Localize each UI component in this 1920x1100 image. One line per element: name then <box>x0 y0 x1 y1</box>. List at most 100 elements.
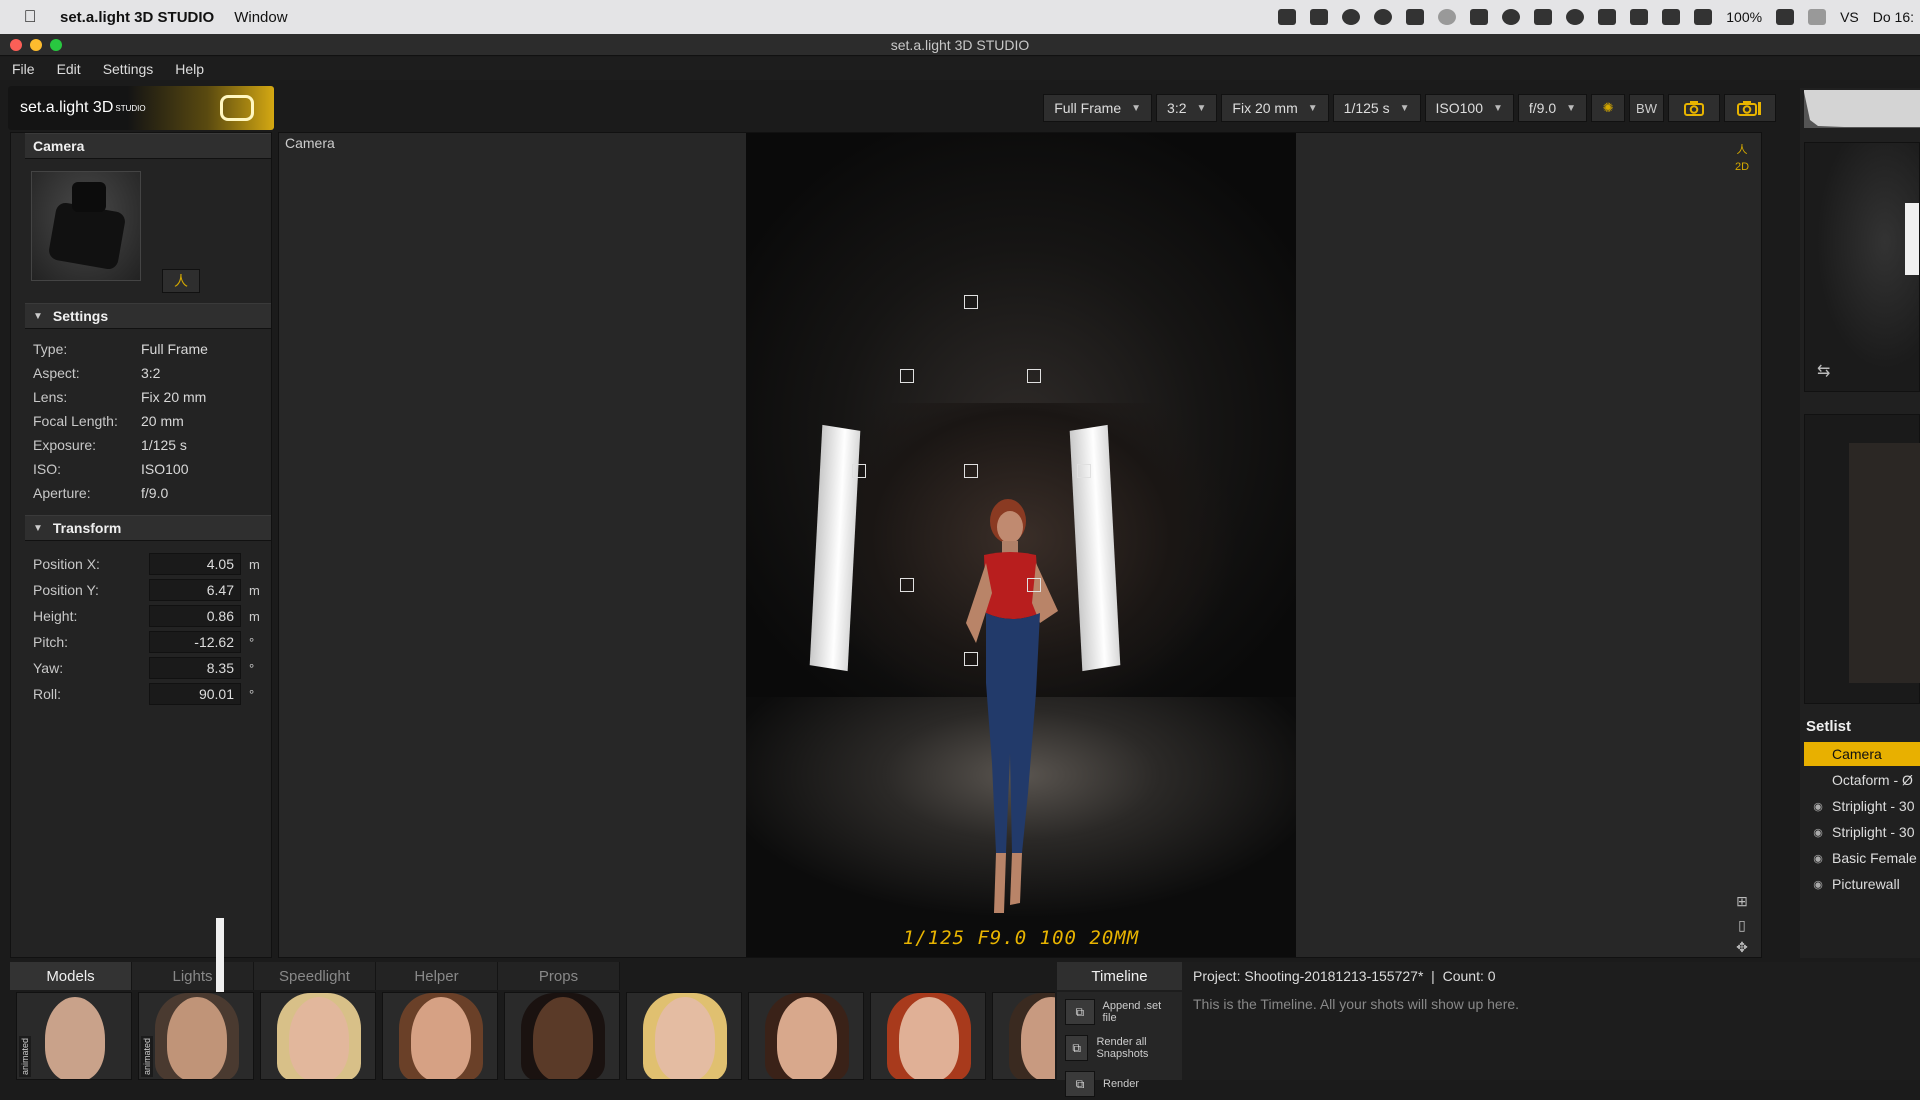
render-camera-button[interactable] <box>1724 94 1776 122</box>
model-thumbnail[interactable] <box>870 992 986 1080</box>
swap-icon[interactable]: ⇆ <box>1817 361 1830 381</box>
shutter-dropdown[interactable]: 1/125 s ▼ <box>1332 94 1421 122</box>
minimize-window-button[interactable] <box>30 39 42 51</box>
model-thumbnail[interactable] <box>382 992 498 1080</box>
eye-icon[interactable]: ◉ <box>1804 800 1832 813</box>
menu-settings[interactable]: Settings <box>103 61 154 77</box>
aspect-dropdown[interactable]: 3:2 ▼ <box>1156 94 1218 122</box>
zoom-window-button[interactable] <box>50 39 62 51</box>
menu-edit[interactable]: Edit <box>57 61 81 77</box>
frame-icon[interactable]: ▯ <box>1731 917 1753 937</box>
transform-handle[interactable] <box>900 369 914 383</box>
menu-help[interactable]: Help <box>175 61 204 77</box>
person-view-icon[interactable]: 人 <box>1731 141 1753 161</box>
tab-speedlight[interactable]: Speedlight <box>254 962 376 990</box>
model-thumbnail[interactable] <box>992 992 1055 1080</box>
screen-capture-icon[interactable] <box>1310 9 1329 25</box>
position-y-field[interactable]: 6.47 <box>149 579 241 601</box>
roll-field[interactable]: 90.01 <box>149 683 241 705</box>
mac-app-menu[interactable]: set.a.light 3D STUDIO <box>60 9 214 26</box>
model-face <box>289 997 349 1079</box>
orbit-icon[interactable]: ✥ <box>1731 939 1753 959</box>
app-status-icon[interactable] <box>1374 9 1393 25</box>
transform-handle[interactable] <box>1077 464 1091 478</box>
eye-icon[interactable]: ◉ <box>1804 878 1832 891</box>
render-preview[interactable]: 1/125 F9.0 100 20MM <box>746 133 1296 957</box>
transform-handle-bottom[interactable] <box>964 652 978 666</box>
airplay-icon[interactable] <box>1662 9 1681 25</box>
script-icon[interactable] <box>1470 9 1489 25</box>
render-all-snapshots-button[interactable]: ⧉ Render all Snapshots <box>1065 1032 1177 1064</box>
model-thumbnail[interactable] <box>626 992 742 1080</box>
lens-dropdown[interactable]: Fix 20 mm ▼ <box>1221 94 1329 122</box>
zoom-extents-icon[interactable]: ⊞ <box>1731 893 1753 913</box>
input-language[interactable]: VS <box>1840 9 1859 25</box>
pitch-field[interactable]: -12.62 <box>149 631 241 653</box>
position-x-field[interactable]: 4.05 <box>149 553 241 575</box>
settings-section-header[interactable]: ▼ Settings <box>25 303 271 329</box>
mac-window-menu[interactable]: Window <box>234 9 287 26</box>
apple-icon[interactable]:  <box>0 7 60 27</box>
clock[interactable]: Do 16: <box>1873 9 1914 25</box>
transform-handle[interactable] <box>900 578 914 592</box>
light-meter-button[interactable]: ✺ <box>1591 94 1626 122</box>
tab-lights[interactable]: Lights <box>132 962 254 990</box>
transform-handle[interactable] <box>852 464 866 478</box>
tab-timeline[interactable]: Timeline <box>1057 962 1182 990</box>
iso-dropdown[interactable]: ISO100 ▼ <box>1424 94 1514 122</box>
transform-handle[interactable] <box>1027 369 1041 383</box>
close-window-button[interactable] <box>10 39 22 51</box>
setlist-item-striplight[interactable]: ◉ Striplight - 30 <box>1804 794 1920 818</box>
transform-section-header[interactable]: ▼ Transform <box>25 515 271 541</box>
tab-models[interactable]: Models <box>10 962 132 990</box>
setting-key: Lens: <box>33 389 68 405</box>
render-button[interactable]: ⧉ Render <box>1065 1068 1177 1100</box>
transform-row: Height: 0.86 m <box>25 603 271 629</box>
eye-icon[interactable]: ◉ <box>1804 852 1832 865</box>
time-machine-icon[interactable] <box>1566 9 1585 25</box>
setlist-item-basic-female[interactable]: ◉ Basic Female <box>1804 846 1920 870</box>
model-thumbnail[interactable]: animated <box>16 992 132 1080</box>
female-model-figure[interactable] <box>936 493 1086 957</box>
tab-props[interactable]: Props <box>498 962 620 990</box>
model-thumbnail[interactable] <box>504 992 620 1080</box>
transform-handle-center[interactable] <box>964 464 978 478</box>
sync-icon[interactable] <box>1342 9 1361 25</box>
camera-viewport[interactable]: Camera 1/125 F9.0 100 20MM 人 2D ⊞ ▯ ✥ <box>278 132 1762 958</box>
sensor-dropdown[interactable]: Full Frame ▼ <box>1043 94 1153 122</box>
monitor-icon[interactable] <box>1406 9 1425 25</box>
dropbox-icon[interactable] <box>1278 9 1297 25</box>
transform-handle-top[interactable] <box>964 295 978 309</box>
model-thumbnail[interactable] <box>748 992 864 1080</box>
transform-handle[interactable] <box>1027 578 1041 592</box>
wifi-icon[interactable] <box>1630 9 1649 25</box>
volume-icon[interactable] <box>1694 9 1713 25</box>
model-thumbnail[interactable]: animated <box>138 992 254 1080</box>
eye-icon[interactable]: ◉ <box>1804 826 1832 839</box>
search-icon[interactable] <box>1502 9 1521 25</box>
snapshot-preview[interactable]: ⇆ <box>1804 142 1920 392</box>
yaw-field[interactable]: 8.35 <box>149 657 241 679</box>
setlist-item-camera[interactable]: Camera <box>1804 742 1920 766</box>
battery-icon[interactable] <box>1776 9 1795 25</box>
setlist-item-picturewall[interactable]: ◉ Picturewall <box>1804 872 1920 896</box>
2d-toggle[interactable]: 2D <box>1731 161 1753 181</box>
secondary-preview[interactable] <box>1804 414 1920 704</box>
camera-thumbnail <box>31 171 141 281</box>
setlist-item-striplight[interactable]: ◉ Striplight - 30 <box>1804 820 1920 844</box>
model-thumbnail[interactable] <box>260 992 376 1080</box>
height-field[interactable]: 0.86 <box>149 605 241 627</box>
bluetooth-icon[interactable] <box>1598 9 1617 25</box>
setlist-item-octaform[interactable]: Octaform - Ø <box>1804 768 1920 792</box>
flag-icon[interactable] <box>1808 9 1827 25</box>
bw-button[interactable]: BW <box>1629 94 1664 122</box>
battery-percent[interactable]: 100% <box>1726 9 1762 25</box>
display-icon[interactable] <box>1534 9 1553 25</box>
aperture-dropdown[interactable]: f/9.0 ▼ <box>1517 94 1588 122</box>
append-set-file-button[interactable]: ⧉ Append .set file <box>1065 996 1177 1028</box>
camera-view-button[interactable]: 人 <box>162 269 200 293</box>
disabled-status-icon[interactable] <box>1438 9 1457 25</box>
snapshot-camera-button[interactable] <box>1668 94 1720 122</box>
menu-file[interactable]: File <box>12 61 35 77</box>
tab-helper[interactable]: Helper <box>376 962 498 990</box>
